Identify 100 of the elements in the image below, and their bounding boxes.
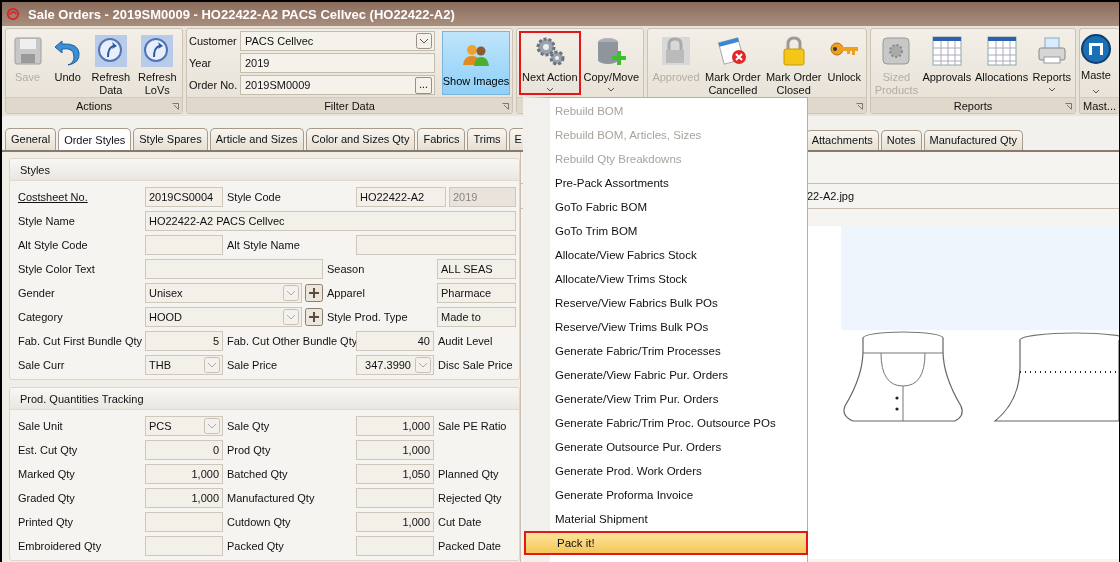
ribbon-button[interactable]: Unlock bbox=[824, 31, 864, 95]
tab[interactable]: General bbox=[5, 128, 57, 150]
menu-item[interactable]: Pack it! bbox=[524, 531, 808, 555]
tab[interactable]: Manufactured Qty bbox=[923, 130, 1023, 150]
number-field[interactable]: 0 bbox=[145, 440, 223, 460]
browse-button[interactable]: ... bbox=[415, 76, 432, 94]
text-field[interactable]: 2019CS0004 bbox=[145, 187, 223, 207]
dialog-launcher-icon[interactable] bbox=[1065, 103, 1072, 110]
number-field[interactable]: 1,000 bbox=[145, 464, 223, 484]
filter-field[interactable]: PACS Cellvec bbox=[240, 31, 435, 51]
menu-item[interactable]: Generate Prod. Work Orders bbox=[550, 459, 807, 483]
tab[interactable]: Attachments bbox=[805, 130, 879, 150]
tab[interactable]: Article and Sizes bbox=[209, 128, 304, 150]
ribbon-button[interactable]: Mark Order Closed bbox=[763, 31, 824, 95]
ribbon-button[interactable]: Refresh LoVs bbox=[134, 31, 180, 95]
ribbon-button[interactable]: Maste bbox=[1080, 31, 1112, 95]
dialog-launcher-icon[interactable] bbox=[856, 103, 863, 110]
field-label: Prod Qty bbox=[226, 444, 272, 456]
number-field[interactable]: 1,000 bbox=[356, 416, 434, 436]
number-field[interactable] bbox=[145, 512, 223, 532]
menu-item[interactable]: GoTo Fabric BOM bbox=[550, 195, 807, 219]
number-field[interactable]: 1,000 bbox=[145, 488, 223, 508]
dialog-launcher-icon[interactable] bbox=[502, 103, 509, 110]
number-field[interactable]: 1,000 bbox=[356, 440, 434, 460]
field-label: Marked Qty bbox=[17, 468, 76, 480]
menu-item[interactable]: Generate Fabric/Trim Proc. Outsource POs bbox=[550, 411, 807, 435]
add-button[interactable] bbox=[305, 308, 323, 326]
menu-item[interactable]: Generate/View Trim Pur. Orders bbox=[550, 387, 807, 411]
menu-item[interactable]: Pre-Pack Assortments bbox=[550, 171, 807, 195]
menu-item[interactable]: Generate Fabric/Trim Processes bbox=[550, 339, 807, 363]
printer-icon bbox=[1035, 35, 1068, 67]
number-field[interactable] bbox=[145, 536, 223, 556]
number-field[interactable]: 40 bbox=[356, 331, 434, 351]
ribbon-button[interactable]: Allocations bbox=[973, 31, 1030, 95]
filter-field[interactable]: 2019SM0009 ... bbox=[240, 75, 435, 95]
grid-icon bbox=[930, 35, 963, 67]
dropdown-field[interactable]: PCS bbox=[145, 416, 223, 436]
show-images-button[interactable]: Show Images bbox=[442, 31, 510, 95]
text-field[interactable]: ALL SEAS bbox=[437, 259, 516, 279]
menu-item[interactable]: Generate Outsource Pur. Orders bbox=[550, 435, 807, 459]
text-field[interactable]: Pharmace bbox=[437, 283, 516, 303]
add-button[interactable] bbox=[305, 284, 323, 302]
field-label: Cutdown Qty bbox=[226, 516, 292, 528]
menu-item[interactable]: Allocate/View Fabrics Stock bbox=[550, 243, 807, 267]
tab[interactable]: Order Styles bbox=[58, 128, 132, 150]
field-label: Packed Qty bbox=[226, 540, 285, 552]
ribbon-button[interactable]: Approvals bbox=[920, 31, 973, 95]
dropdown-field[interactable]: Unisex bbox=[145, 283, 302, 303]
field-label: Audit Level bbox=[437, 335, 494, 347]
field-label: Planned Qty bbox=[437, 468, 500, 480]
field-label: Embroidered Qty bbox=[17, 540, 103, 552]
text-field[interactable]: HO22422-A2 bbox=[356, 187, 446, 207]
menu-item[interactable]: Allocate/View Trims Stock bbox=[550, 267, 807, 291]
text-field[interactable]: HO22422-A2 PACS Cellvec bbox=[145, 211, 516, 231]
ribbon-button[interactable]: Mark Order Cancelled bbox=[702, 31, 763, 95]
field-label: Printed Qty bbox=[17, 516, 75, 528]
field-label: Apparel bbox=[326, 287, 366, 299]
tab[interactable]: Notes bbox=[880, 130, 922, 150]
menu-item[interactable]: GoTo Trim BOM bbox=[550, 219, 807, 243]
tab[interactable]: Color and Sizes Qty bbox=[305, 128, 416, 150]
field-label: Alt Style Code bbox=[17, 239, 89, 251]
dropdown-icon[interactable] bbox=[416, 33, 432, 49]
number-field[interactable]: 1,050 bbox=[356, 464, 434, 484]
tab[interactable]: Trims bbox=[467, 128, 507, 150]
dropdown-field[interactable]: 347.3990 bbox=[356, 355, 434, 375]
ribbon-button[interactable]: Copy/Move bbox=[581, 31, 641, 95]
menu-item[interactable]: Reserve/View Trims Bulk POs bbox=[550, 315, 807, 339]
padlock-icon bbox=[659, 35, 692, 67]
tab[interactable]: Style Spares bbox=[133, 128, 208, 150]
ribbon-button[interactable]: Reports bbox=[1030, 31, 1073, 95]
number-field[interactable]: 5 bbox=[145, 331, 223, 351]
filter-field[interactable]: 2019 bbox=[240, 53, 435, 73]
ribbon-button[interactable]: Refresh Data bbox=[88, 31, 134, 95]
dialog-launcher-icon[interactable] bbox=[172, 103, 179, 110]
dropdown-field[interactable]: THB bbox=[145, 355, 223, 375]
menu-item[interactable]: Reserve/View Fabrics Bulk POs bbox=[550, 291, 807, 315]
menu-item[interactable]: Material Shipment bbox=[550, 507, 807, 531]
grid-icon bbox=[985, 35, 1018, 67]
field-label: Style Prod. Type bbox=[326, 311, 409, 323]
menu-item[interactable]: Generate Proforma Invoice bbox=[550, 483, 807, 507]
costsheet-link[interactable]: Costsheet No. bbox=[18, 191, 88, 203]
window-title: Sale Orders - 2019SM0009 - HO22422-A2 PACS Cellvec (HO22422-A2) bbox=[28, 6, 455, 22]
ribbon-button[interactable]: Undo bbox=[48, 31, 88, 95]
field-label: Gender bbox=[17, 287, 56, 299]
ribbon-button[interactable]: Next Action bbox=[519, 31, 581, 95]
text-field[interactable]: Made to bbox=[437, 307, 516, 327]
caret-icon bbox=[545, 87, 554, 92]
calendar-cancel-icon bbox=[716, 35, 749, 67]
number-field[interactable]: 1,000 bbox=[356, 512, 434, 532]
number-field[interactable] bbox=[356, 536, 434, 556]
text-field[interactable] bbox=[356, 235, 516, 255]
dropdown-field[interactable]: HOOD bbox=[145, 307, 302, 327]
tab[interactable]: Fabrics bbox=[417, 128, 466, 150]
group-label: Actions bbox=[75, 99, 113, 112]
menu-item[interactable]: Generate/View Fabric Pur. Orders bbox=[550, 363, 807, 387]
field-label: Year bbox=[189, 57, 213, 69]
text-field[interactable] bbox=[145, 259, 323, 279]
text-field[interactable] bbox=[145, 235, 223, 255]
number-field[interactable] bbox=[356, 488, 434, 508]
caret-icon bbox=[607, 87, 616, 92]
